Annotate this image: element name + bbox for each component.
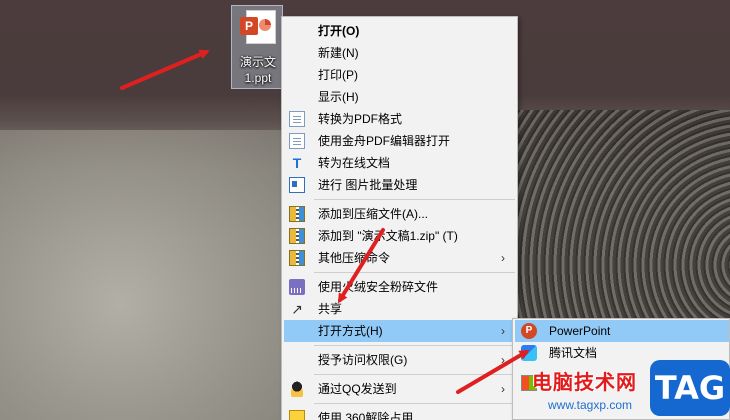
submenu-item-label: 腾讯文档 bbox=[549, 346, 598, 360]
360-icon bbox=[289, 410, 305, 420]
menu-item-label: 转为在线文档 bbox=[318, 156, 391, 170]
pie-chart-glyph bbox=[259, 19, 271, 31]
powerpoint-icon: P bbox=[521, 323, 537, 339]
file-name-label: 演示文 1.ppt bbox=[234, 54, 282, 86]
ppt-letter-badge: P bbox=[240, 17, 258, 35]
share-icon: ↗ bbox=[291, 301, 303, 317]
submenu-item-powerpoint[interactable]: P PowerPoint bbox=[515, 320, 729, 342]
menu-item-grant-access[interactable]: 授予访问权限(G) › bbox=[284, 349, 515, 371]
menu-item-label: 转换为PDF格式 bbox=[318, 112, 403, 126]
menu-item-label: 进行 图片批量处理 bbox=[318, 178, 418, 192]
desktop-file-icon[interactable]: P 演示文 1.ppt bbox=[231, 5, 283, 89]
menu-item-label: 打开方式(H) bbox=[318, 324, 383, 338]
archive-icon bbox=[289, 250, 305, 266]
menu-item-label: 使用 360解除占用 bbox=[318, 411, 414, 420]
context-menu: 打开(O) 新建(N) 打印(P) 显示(H) 转换为PDF格式 使用金舟PDF… bbox=[281, 16, 518, 420]
wallpaper-texture-left bbox=[0, 130, 300, 420]
menu-item-online-doc[interactable]: T 转为在线文档 bbox=[284, 152, 515, 174]
menu-item-label: 添加到 "演示文稿1.zip" (T) bbox=[318, 229, 458, 243]
menu-item-send-qq[interactable]: 通过QQ发送到 › bbox=[284, 378, 515, 400]
watermark-tag-badge: TAG bbox=[650, 360, 730, 416]
chevron-right-icon: › bbox=[501, 251, 505, 265]
menu-item-label: 使用火绒安全粉碎文件 bbox=[318, 280, 439, 294]
menu-item-open[interactable]: 打开(O) bbox=[284, 20, 515, 42]
menu-item-label: 打印(P) bbox=[318, 68, 358, 82]
menu-item-add-archive[interactable]: 添加到压缩文件(A)... bbox=[284, 203, 515, 225]
menu-item-label: 新建(N) bbox=[318, 46, 359, 60]
submenu-item-label: PowerPoint bbox=[549, 324, 611, 338]
menu-item-label: 添加到压缩文件(A)... bbox=[318, 207, 428, 221]
menu-item-image-batch[interactable]: 进行 图片批量处理 bbox=[284, 174, 515, 196]
file-name-line1: 演示文 bbox=[239, 55, 276, 69]
tencent-docs-icon bbox=[521, 345, 537, 361]
menu-separator bbox=[314, 345, 515, 346]
watermark-text: 电脑技术网 bbox=[532, 370, 637, 394]
menu-item-other-compress[interactable]: 其他压缩命令 › bbox=[284, 247, 515, 269]
menu-item-label: 共享 bbox=[318, 302, 343, 316]
powerpoint-file-icon: P bbox=[240, 10, 276, 44]
pdf-editor-icon bbox=[289, 133, 305, 149]
chevron-right-icon: › bbox=[501, 353, 505, 367]
menu-item-360-unlock[interactable]: 使用 360解除占用 bbox=[284, 407, 515, 420]
archive-icon bbox=[289, 206, 305, 222]
menu-item-label: 授予访问权限(G) bbox=[318, 353, 408, 367]
watermark-url: www.tagxp.com bbox=[548, 398, 633, 412]
menu-item-new[interactable]: 新建(N) bbox=[284, 42, 515, 64]
chevron-right-icon: › bbox=[501, 382, 505, 396]
menu-item-print[interactable]: 打印(P) bbox=[284, 64, 515, 86]
image-batch-icon bbox=[289, 177, 305, 193]
chevron-right-icon: › bbox=[501, 324, 505, 338]
menu-item-label: 打开(O) bbox=[318, 24, 360, 38]
menu-item-open-pdf-editor[interactable]: 使用金舟PDF编辑器打开 bbox=[284, 130, 515, 152]
qq-icon bbox=[289, 381, 305, 397]
menu-separator bbox=[314, 374, 515, 375]
menu-separator bbox=[314, 272, 515, 273]
menu-item-shred[interactable]: 使用火绒安全粉碎文件 bbox=[284, 276, 515, 298]
file-name-line2: 1.ppt bbox=[244, 71, 272, 85]
menu-item-add-zip[interactable]: 添加到 "演示文稿1.zip" (T) bbox=[284, 225, 515, 247]
menu-item-show[interactable]: 显示(H) bbox=[284, 86, 515, 108]
menu-item-label: 其他压缩命令 bbox=[318, 251, 391, 265]
menu-item-label: 使用金舟PDF编辑器打开 bbox=[318, 134, 451, 148]
menu-separator bbox=[314, 403, 515, 404]
document-icon bbox=[289, 111, 305, 127]
shredder-icon bbox=[289, 279, 305, 295]
menu-item-convert-pdf[interactable]: 转换为PDF格式 bbox=[284, 108, 515, 130]
menu-item-share[interactable]: ↗ 共享 bbox=[284, 298, 515, 320]
menu-item-label: 显示(H) bbox=[318, 90, 359, 104]
menu-separator bbox=[314, 199, 515, 200]
archive-icon bbox=[289, 228, 305, 244]
menu-item-open-with[interactable]: 打开方式(H) › bbox=[284, 320, 515, 342]
menu-item-label: 通过QQ发送到 bbox=[318, 382, 397, 396]
tencent-docs-icon: T bbox=[292, 155, 302, 171]
